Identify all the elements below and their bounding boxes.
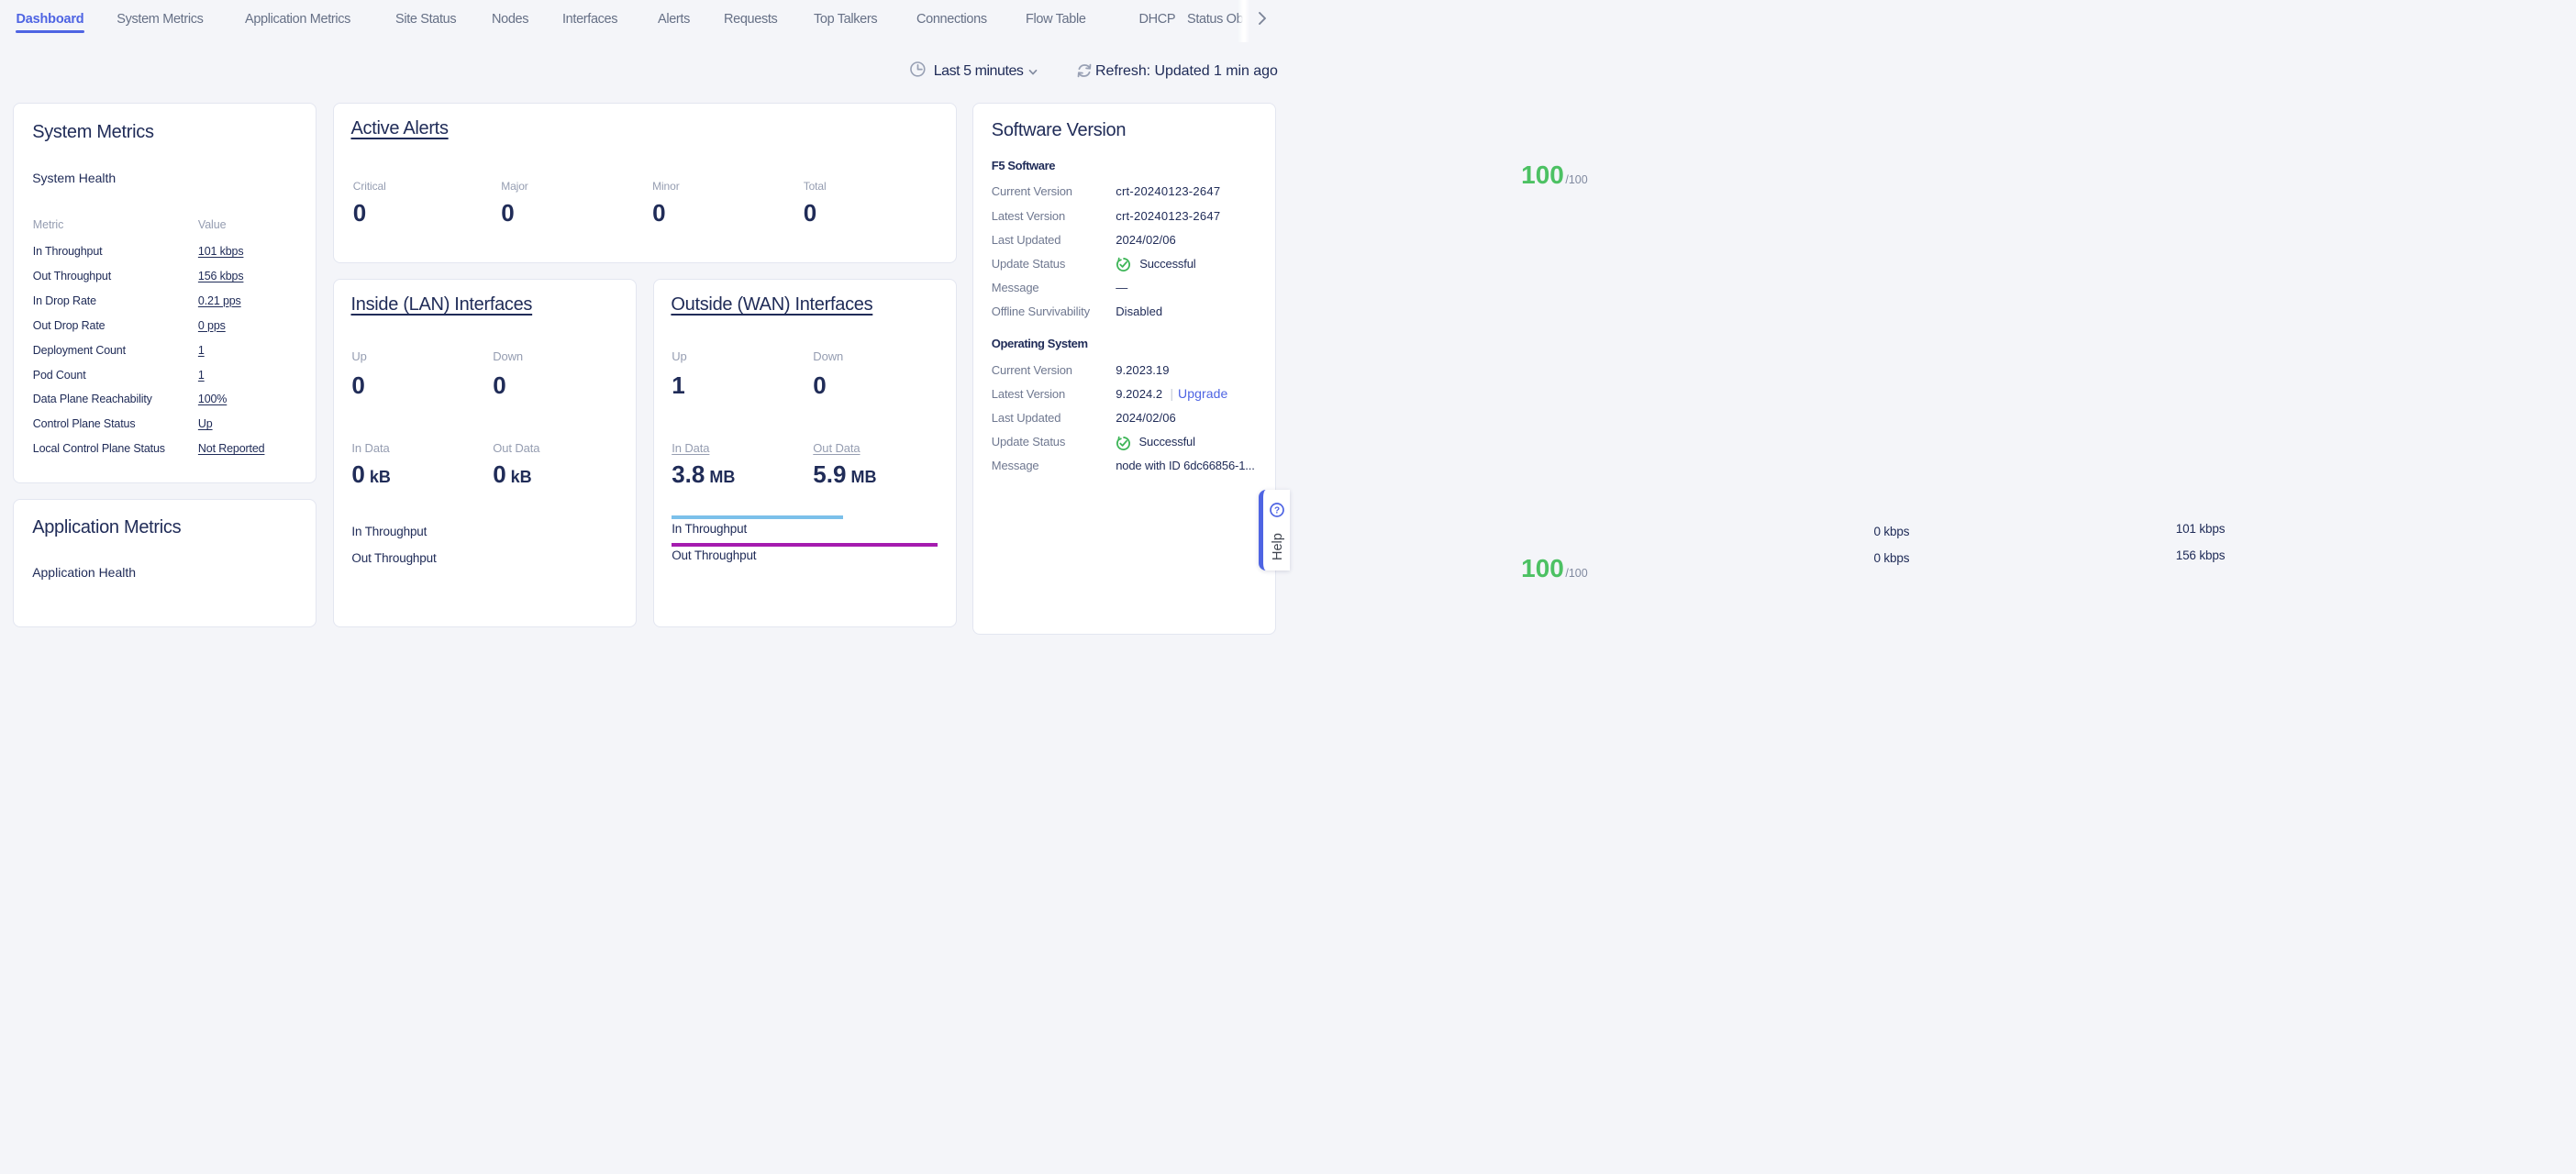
svg-text:?: ?	[1274, 505, 1280, 515]
